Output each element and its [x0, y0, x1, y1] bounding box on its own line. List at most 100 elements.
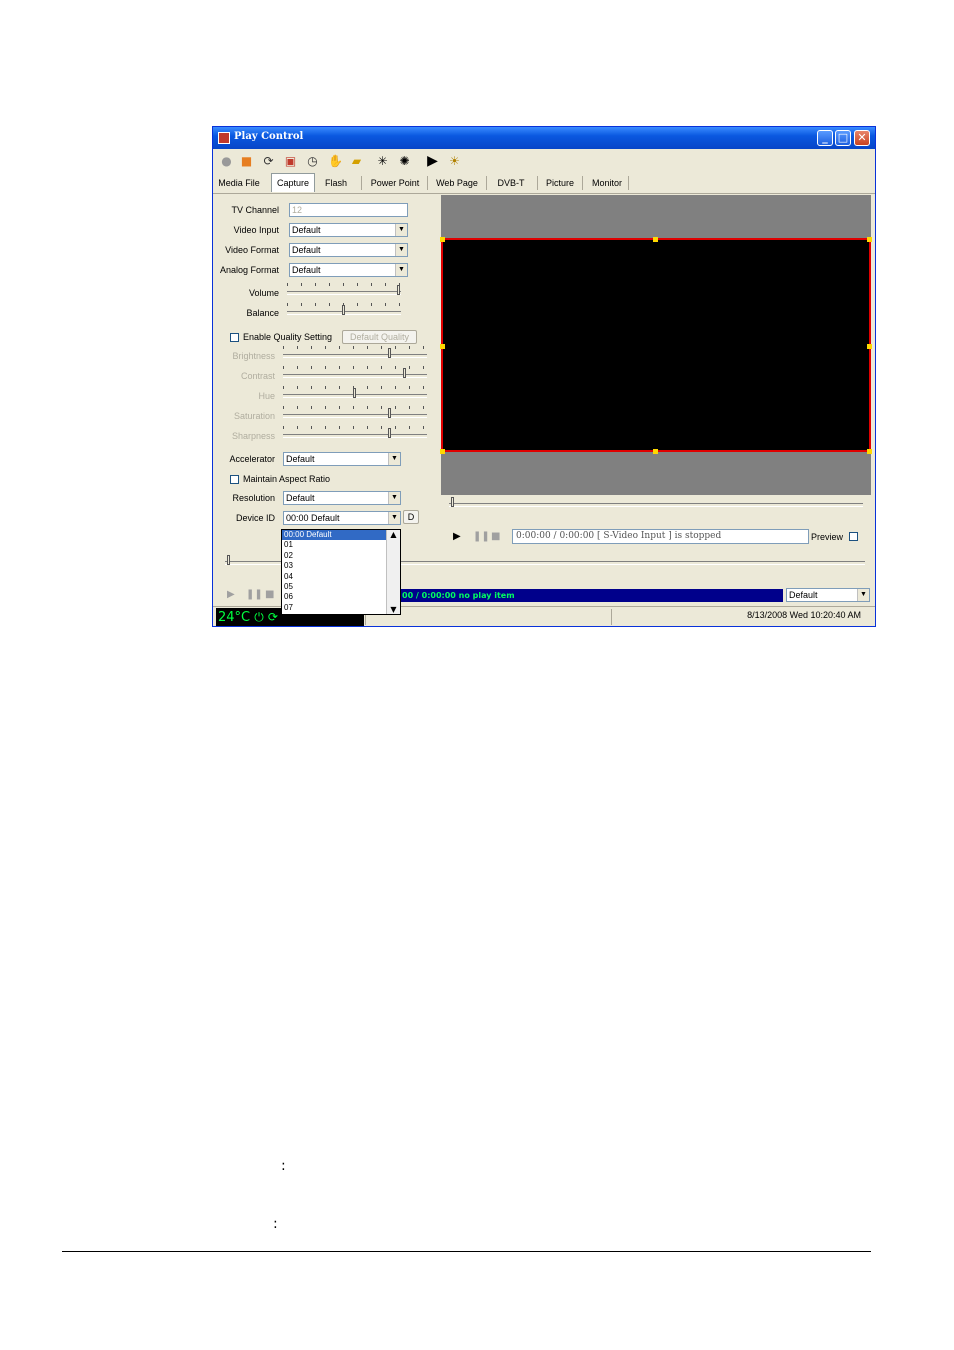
- scrollbar[interactable]: ▲ ▼: [386, 530, 400, 614]
- video-format-select[interactable]: Default ▼: [289, 243, 408, 257]
- chevron-down-icon[interactable]: ▼: [395, 264, 407, 276]
- tab-web-page[interactable]: Web Page: [431, 175, 483, 191]
- tab-separator: [361, 176, 362, 190]
- tab-dvb-t[interactable]: DVB-T: [493, 175, 529, 191]
- close-button[interactable]: ✕: [854, 130, 870, 146]
- contrast-slider[interactable]: [283, 366, 427, 378]
- stop-icon[interactable]: ■: [265, 589, 274, 600]
- resize-handle[interactable]: [653, 237, 658, 242]
- tab-power-point[interactable]: Power Point: [367, 175, 423, 191]
- chevron-down-icon[interactable]: ▼: [388, 492, 400, 504]
- playlist-select[interactable]: Default ▼: [786, 588, 870, 602]
- list-item[interactable]: 07: [282, 603, 400, 613]
- resize-handle[interactable]: [867, 344, 872, 349]
- chevron-up-icon[interactable]: ▲: [387, 530, 400, 539]
- accelerator-label: Accelerator: [229, 454, 275, 464]
- chevron-down-icon[interactable]: ▼: [388, 453, 400, 465]
- record-icon[interactable]: ●: [220, 155, 233, 168]
- list-item[interactable]: 02: [282, 551, 400, 561]
- tab-picture[interactable]: Picture: [541, 175, 579, 191]
- play-icon[interactable]: ▶: [453, 531, 461, 542]
- tab-separator: [582, 176, 583, 190]
- list-item[interactable]: 06: [282, 592, 400, 602]
- slider-thumb[interactable]: [388, 348, 391, 358]
- list-item[interactable]: 00:00 Default: [282, 530, 400, 541]
- stop-icon[interactable]: ■: [491, 531, 500, 542]
- list-item[interactable]: 05: [282, 582, 400, 592]
- chevron-down-icon[interactable]: ▼: [387, 605, 400, 614]
- temperature-value: 24°C: [218, 610, 251, 625]
- brightness-up-icon[interactable]: ✺: [398, 155, 411, 168]
- preview-seek-slider[interactable]: [449, 495, 863, 507]
- maintain-aspect-checkbox[interactable]: [230, 475, 239, 484]
- saturation-slider[interactable]: [283, 406, 427, 418]
- contrast-label: Contrast: [240, 371, 275, 381]
- balance-slider[interactable]: [287, 303, 401, 315]
- play-icon[interactable]: ▶: [227, 589, 235, 600]
- chevron-down-icon[interactable]: ▼: [395, 224, 407, 236]
- media-icon[interactable]: ■: [240, 155, 253, 168]
- saturation-label: Saturation: [233, 411, 275, 421]
- hue-slider[interactable]: [283, 386, 427, 398]
- volume-slider[interactable]: [287, 283, 401, 295]
- video-input-select[interactable]: Default ▼: [289, 223, 408, 237]
- resize-handle[interactable]: [440, 344, 445, 349]
- list-item[interactable]: 04: [282, 572, 400, 582]
- bulb-icon[interactable]: ☀: [448, 155, 461, 168]
- brightness-slider[interactable]: [283, 346, 427, 358]
- enable-quality-checkbox[interactable]: [230, 333, 239, 342]
- chevron-down-icon[interactable]: ▼: [388, 512, 400, 524]
- accelerator-select[interactable]: Default ▼: [283, 452, 401, 466]
- tv-channel-input[interactable]: 12: [289, 203, 408, 217]
- preview-checkbox[interactable]: [849, 532, 858, 541]
- list-item[interactable]: 01: [282, 540, 400, 550]
- device-id-select[interactable]: 00:00 Default ▼: [283, 511, 401, 525]
- analog-format-select[interactable]: Default ▼: [289, 263, 408, 277]
- device-id-dropdown[interactable]: 00:00 Default 01 02 03 04 05 06 07 ▲ ▼: [281, 529, 401, 615]
- sharpness-slider[interactable]: [283, 426, 427, 438]
- refresh-icon[interactable]: ⟳: [268, 610, 278, 624]
- resolution-select[interactable]: Default ▼: [283, 491, 401, 505]
- hand-icon[interactable]: ✋: [328, 155, 343, 168]
- chevron-down-icon[interactable]: ▼: [857, 589, 869, 601]
- list-item[interactable]: 03: [282, 561, 400, 571]
- device-id-label: Device ID: [235, 513, 275, 523]
- slider-thumb[interactable]: [353, 388, 356, 398]
- resolution-value: Default: [286, 493, 315, 503]
- clock-icon[interactable]: ◷: [306, 155, 319, 168]
- refresh-icon[interactable]: ⟳: [262, 155, 275, 168]
- brightness-down-icon[interactable]: ✳: [376, 155, 389, 168]
- tab-capture[interactable]: Capture: [271, 173, 315, 192]
- resize-handle[interactable]: [653, 449, 658, 454]
- minimize-button[interactable]: _: [817, 130, 833, 146]
- pause-icon[interactable]: ❚❚: [246, 589, 263, 600]
- resize-handle[interactable]: [440, 449, 445, 454]
- slider-thumb[interactable]: [388, 428, 391, 438]
- play-icon[interactable]: ▶: [426, 154, 439, 168]
- folder-icon[interactable]: ▰: [350, 155, 363, 168]
- resize-handle[interactable]: [867, 449, 872, 454]
- resize-handle[interactable]: [867, 237, 872, 242]
- power-icon[interactable]: ⏻: [254, 610, 264, 624]
- chevron-down-icon[interactable]: ▼: [395, 244, 407, 256]
- slider-thumb[interactable]: [451, 497, 454, 507]
- video-preview[interactable]: [440, 237, 872, 454]
- slider-ticks: [287, 283, 401, 286]
- document-icon[interactable]: ▣: [284, 155, 297, 168]
- title-bar[interactable]: Play Control _ □ ✕: [213, 127, 875, 149]
- slider-thumb[interactable]: [342, 305, 345, 315]
- maximize-button[interactable]: □: [835, 130, 851, 146]
- tab-media-file[interactable]: Media File: [217, 175, 261, 191]
- slider-thumb[interactable]: [227, 555, 230, 565]
- tab-flash[interactable]: Flash: [321, 175, 351, 191]
- device-id-button[interactable]: D: [403, 510, 419, 524]
- accelerator-value: Default: [286, 454, 315, 464]
- slider-thumb[interactable]: [397, 285, 400, 295]
- pause-icon[interactable]: ❚❚: [473, 531, 490, 542]
- app-icon: [218, 132, 230, 144]
- default-quality-button[interactable]: Default Quality: [342, 330, 417, 344]
- slider-thumb[interactable]: [388, 408, 391, 418]
- tab-monitor[interactable]: Monitor: [587, 175, 627, 191]
- slider-thumb[interactable]: [403, 368, 406, 378]
- resize-handle[interactable]: [440, 237, 445, 242]
